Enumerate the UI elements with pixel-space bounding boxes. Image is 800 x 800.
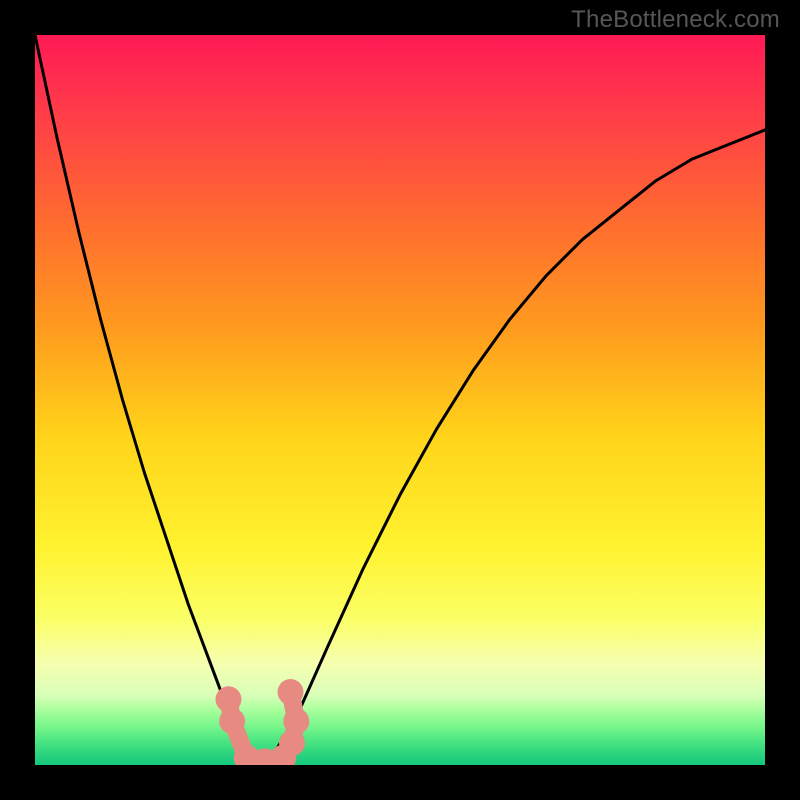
- attribution-text: TheBottleneck.com: [571, 6, 780, 34]
- marker-cluster: [216, 679, 310, 765]
- plot-area: [35, 35, 765, 765]
- bottleneck-curve: [35, 35, 765, 765]
- chart-frame: TheBottleneck.com: [0, 0, 800, 800]
